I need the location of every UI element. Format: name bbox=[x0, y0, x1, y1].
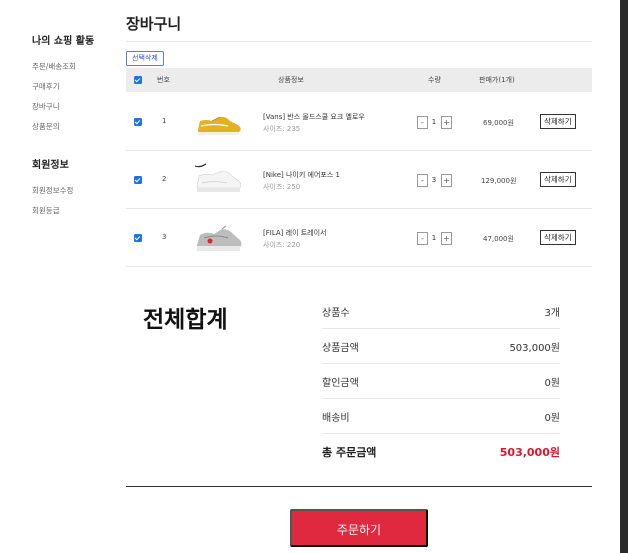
sidebar-member: 회원정보 회원정보수정 회원등급 bbox=[32, 156, 122, 221]
cart-table-header: 번호 상품정보 수량 판매가(1개) bbox=[126, 68, 592, 92]
cart-row: 1 [Vans] 반스 올드스쿨 요크 옐로우 사이즈: 235 - 1 + 6… bbox=[126, 93, 592, 151]
product-size: 사이즈: 250 bbox=[263, 183, 301, 191]
grey-running-shoe-icon bbox=[197, 225, 242, 251]
summary-divider bbox=[126, 486, 592, 487]
row-number: 2 bbox=[162, 175, 167, 183]
qty-increase-button[interactable]: + bbox=[441, 174, 452, 187]
sidebar-item-edit-profile[interactable]: 회원정보수정 bbox=[32, 181, 122, 201]
row-number: 1 bbox=[162, 117, 167, 125]
header-product-info: 상품정보 bbox=[278, 76, 304, 84]
delete-item-button[interactable]: 삭제하기 bbox=[540, 230, 576, 245]
order-button[interactable]: 주문하기 bbox=[290, 509, 428, 547]
qty-increase-button[interactable]: + bbox=[441, 116, 452, 129]
row-checkbox[interactable] bbox=[134, 234, 142, 242]
sidebar-shopping: 나의 쇼핑 활동 주문/배송조회 구매후기 장바구니 상품문의 bbox=[32, 32, 122, 137]
row-price: 69,000원 bbox=[483, 119, 514, 127]
qty-decrease-button[interactable]: - bbox=[417, 232, 428, 245]
product-name[interactable]: [Vans] 반스 올드스쿨 요크 옐로우 bbox=[263, 112, 365, 122]
sidebar-item-member-grade[interactable]: 회원등급 bbox=[32, 201, 122, 221]
row-price: 129,000원 bbox=[481, 177, 517, 185]
title-divider bbox=[126, 41, 592, 42]
row-number: 3 bbox=[162, 233, 167, 241]
qty-value: 1 bbox=[431, 118, 437, 126]
summary-row-discount: 할인금액 0원 bbox=[322, 364, 560, 399]
select-all-checkbox[interactable] bbox=[134, 76, 142, 84]
yellow-sneaker-icon bbox=[198, 116, 241, 135]
row-checkbox[interactable] bbox=[134, 118, 142, 126]
sidebar-item-cart[interactable]: 장바구니 bbox=[32, 97, 122, 117]
white-sneaker-icon bbox=[194, 163, 242, 192]
product-size: 사이즈: 235 bbox=[263, 125, 301, 133]
row-price: 47,000원 bbox=[483, 235, 514, 243]
summary-value: 0원 bbox=[544, 378, 560, 389]
summary-value: 0원 bbox=[544, 413, 560, 424]
summary-label: 상품금액 bbox=[322, 343, 359, 354]
qty-decrease-button[interactable]: - bbox=[417, 116, 428, 129]
summary-row-product-amount: 상품금액 503,000원 bbox=[322, 329, 560, 364]
sidebar-item-order-tracking[interactable]: 주문/배송조회 bbox=[32, 57, 122, 77]
product-name[interactable]: [Nike] 나이키 에어포스 1 bbox=[263, 170, 340, 180]
header-quantity: 수량 bbox=[428, 76, 441, 84]
cart-row: 3 [FILA] 레이 트레이서 사이즈: 220 - 1 + 47,000원 … bbox=[126, 209, 592, 267]
row-checkbox[interactable] bbox=[134, 176, 142, 184]
cart-row: 2 [Nike] 나이키 에어포스 1 사이즈: 250 - 3 + 129,0… bbox=[126, 151, 592, 209]
page-title: 장바구니 bbox=[126, 15, 182, 33]
summary-label: 배송비 bbox=[322, 413, 350, 424]
qty-value: 1 bbox=[431, 234, 437, 242]
window-edge bbox=[620, 0, 628, 553]
sidebar-item-inquiries[interactable]: 상품문의 bbox=[32, 117, 122, 137]
delete-item-button[interactable]: 삭제하기 bbox=[540, 172, 576, 187]
summary-value: 3개 bbox=[544, 308, 560, 319]
header-number: 번호 bbox=[157, 76, 170, 84]
qty-increase-button[interactable]: + bbox=[441, 232, 452, 245]
product-name[interactable]: [FILA] 레이 트레이서 bbox=[263, 228, 327, 238]
delete-item-button[interactable]: 삭제하기 bbox=[540, 114, 576, 129]
product-size: 사이즈: 220 bbox=[263, 241, 301, 249]
sidebar-title-shopping: 나의 쇼핑 활동 bbox=[32, 36, 95, 47]
sidebar-item-reviews[interactable]: 구매후기 bbox=[32, 77, 122, 97]
cart-page: 나의 쇼핑 활동 주문/배송조회 구매후기 장바구니 상품문의 회원정보 회원정… bbox=[0, 0, 620, 553]
summary-row-item-count: 상품수 3개 bbox=[322, 294, 560, 329]
qty-value: 3 bbox=[431, 176, 437, 184]
summary-row-shipping: 배송비 0원 bbox=[322, 399, 560, 434]
summary-label: 할인금액 bbox=[322, 378, 359, 389]
header-price: 판매가(1개) bbox=[479, 76, 515, 84]
qty-decrease-button[interactable]: - bbox=[417, 174, 428, 187]
sidebar-title-member: 회원정보 bbox=[32, 160, 69, 171]
summary-row-total: 총 주문금액 503,000원 bbox=[322, 434, 560, 469]
total-label: 총 주문금액 bbox=[322, 446, 377, 459]
total-value: 503,000원 bbox=[499, 446, 560, 459]
summary-value: 503,000원 bbox=[509, 343, 560, 354]
summary-title: 전체합계 bbox=[143, 307, 228, 333]
delete-selected-button[interactable]: 선택삭제 bbox=[126, 51, 164, 66]
summary-label: 상품수 bbox=[322, 308, 350, 319]
